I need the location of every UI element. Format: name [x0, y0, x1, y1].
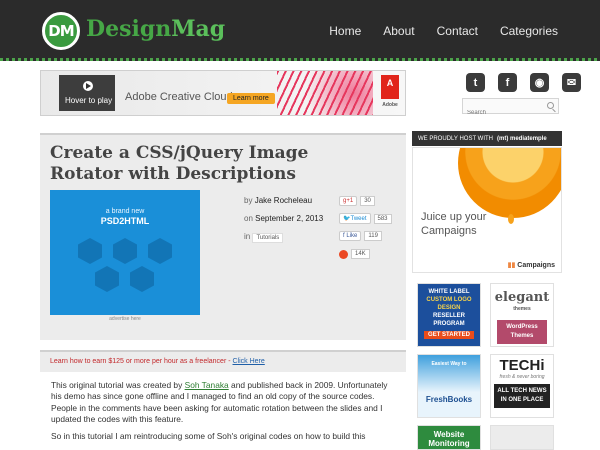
- logo-badge[interactable]: DM: [42, 12, 80, 50]
- rss-icon[interactable]: ◉: [530, 73, 549, 92]
- ad-learn-more-button[interactable]: Learn more: [227, 93, 275, 104]
- host-label: WE PROUDLY HOST WITH: [418, 135, 494, 142]
- mt-ad-heading: Juice up your Campaigns: [421, 211, 487, 237]
- advertise-here-label[interactable]: advertise here: [50, 316, 200, 322]
- like-button[interactable]: f Like: [339, 231, 362, 241]
- stumble-icon[interactable]: [339, 249, 348, 259]
- host-bar[interactable]: WE PROUDLY HOST WITH (mt) mediatemple: [412, 131, 562, 146]
- twitter-icon[interactable]: t: [466, 73, 485, 92]
- search-icon[interactable]: [547, 102, 554, 109]
- date-value: September 2, 2013: [255, 214, 324, 223]
- ad-product-name: Adobe Creative Cloud: [125, 91, 233, 103]
- thumb-line-2: PSD2HTML: [100, 216, 150, 226]
- like-count: 119: [364, 231, 382, 241]
- click-here-link[interactable]: Click Here: [233, 358, 265, 365]
- freelancer-text: Learn how to earn $125 or more per hour …: [50, 358, 233, 365]
- magento-hex-icon: [130, 266, 154, 292]
- soh-tanaka-link[interactable]: Soh Tanaka: [185, 380, 229, 390]
- ad-freshbooks[interactable]: Easiest Way to FreshBooks: [417, 354, 481, 418]
- logo-name-a: Design: [86, 16, 172, 42]
- category-tag[interactable]: Tutorials: [252, 233, 284, 243]
- search-input[interactable]: [463, 106, 541, 120]
- ad-banner[interactable]: Hover to play Adobe Creative Cloud Learn…: [40, 70, 406, 116]
- joomla-hex-icon: [148, 238, 172, 264]
- by-label: by: [244, 196, 253, 205]
- article-title[interactable]: Create a CSS/jQuery Image Rotator with D…: [50, 143, 350, 185]
- play-icon[interactable]: [83, 81, 93, 91]
- ad-techi[interactable]: TECHi fresh & never boring ALL TECH NEWS I…: [490, 354, 554, 418]
- gplus-button[interactable]: g+1: [339, 196, 358, 206]
- facebook-icon[interactable]: f: [498, 73, 517, 92]
- article-thumbnail-ad[interactable]: a brand new PSD2HTML: [50, 190, 200, 315]
- main-nav: Home About Contact Categories: [329, 24, 558, 38]
- share-stumble: 14K: [339, 249, 370, 259]
- ad-elegant-themes[interactable]: elegant themes WordPress Themes: [490, 283, 554, 347]
- on-label: on: [244, 214, 253, 223]
- ad-video-caption: Hover to play: [65, 96, 113, 105]
- adobe-brand-label: Adobe: [382, 102, 398, 108]
- meta-category: in Tutorials: [244, 232, 284, 243]
- search-box: [462, 98, 559, 120]
- nav-home[interactable]: Home: [329, 24, 361, 38]
- ad-video[interactable]: Hover to play: [59, 75, 115, 111]
- ad-website-monitoring[interactable]: Website Monitoring: [417, 425, 481, 450]
- thumb-line-1: a brand new: [105, 208, 145, 215]
- share-gplus: g+1 30: [339, 196, 375, 206]
- body-paragraph-1: This original tutorial was created by So…: [51, 380, 388, 424]
- mt-ad-footer: ▮▮ Campaigns: [507, 262, 555, 269]
- site-logo[interactable]: DesignMag: [86, 16, 225, 42]
- stumble-count: 14K: [351, 249, 370, 259]
- tweet-button[interactable]: 🐦Tweet: [339, 213, 371, 224]
- in-label: in: [244, 232, 251, 241]
- host-brand: (mt) mediatemple: [497, 135, 547, 142]
- body-paragraph-2: So in this tutorial I am reintroducing s…: [51, 431, 366, 442]
- share-tweet: 🐦Tweet 583: [339, 213, 392, 224]
- social-icons: t f ◉ ✉: [466, 73, 581, 92]
- meta-date: on September 2, 2013: [244, 214, 323, 223]
- adobe-logo-icon: A Adobe: [381, 75, 399, 108]
- gplus-count: 30: [360, 196, 375, 206]
- nav-about[interactable]: About: [383, 24, 414, 38]
- mediatemple-ad[interactable]: Juice up your Campaigns ▮▮ Campaigns: [412, 147, 562, 273]
- article-body: This original tutorial was created by So…: [51, 380, 399, 448]
- ad-artwork: [277, 71, 373, 115]
- tweet-count: 583: [373, 213, 392, 224]
- nav-categories[interactable]: Categories: [500, 24, 558, 38]
- site-header: DM DesignMag Home About Contact Categori…: [0, 0, 600, 61]
- nav-contact[interactable]: Contact: [437, 24, 478, 38]
- ad-placeholder[interactable]: [490, 425, 554, 450]
- email-icon[interactable]: ✉: [562, 73, 581, 92]
- drupal-hex-icon: [95, 266, 119, 292]
- ad-white-label-logo[interactable]: WHITE LABEL CUSTOM LOGO DESIGN RESELLER PROG…: [417, 283, 481, 347]
- header-stripe: [0, 58, 600, 61]
- wordpress-hex-icon: [113, 238, 137, 264]
- author-link[interactable]: Jake Rocheleau: [255, 196, 312, 205]
- orange-image: [458, 148, 561, 224]
- meta-author: by Jake Rocheleau: [244, 196, 312, 205]
- share-facebook: f Like 119: [339, 231, 382, 241]
- html5-hex-icon: [78, 238, 102, 264]
- logo-name-b: Mag: [171, 16, 226, 42]
- freelancer-promo: Learn how to earn $125 or more per hour …: [40, 350, 406, 372]
